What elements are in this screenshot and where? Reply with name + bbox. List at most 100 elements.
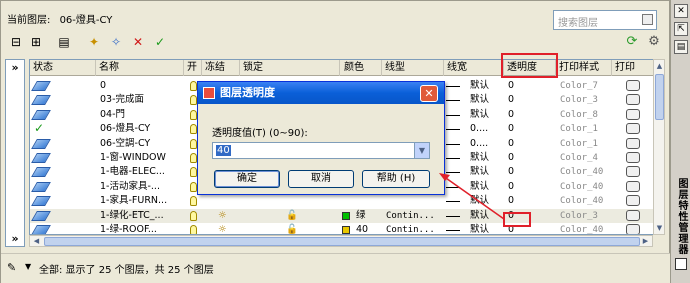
on-off-bulb-icon[interactable] (190, 124, 197, 135)
color-swatch[interactable] (342, 211, 350, 220)
layer-lineweight[interactable]: 默认 (468, 151, 504, 165)
close-icon[interactable]: ✕ (674, 4, 688, 18)
on-off-bulb-icon[interactable] (190, 167, 197, 178)
help-button[interactable]: 帮助 (H) (362, 170, 430, 188)
printer-icon[interactable] (626, 108, 640, 120)
printer-icon[interactable] (626, 152, 640, 163)
layer-transparency[interactable]: 0 (506, 165, 514, 179)
layer-name[interactable]: 1-窗-WINDOW (98, 151, 184, 165)
layer-lineweight[interactable]: 默认 (468, 93, 504, 107)
horizontal-scroll-thumb[interactable] (44, 237, 640, 246)
dialog-title-bar[interactable]: 图层透明度 (198, 82, 444, 104)
col-color[interactable]: 颜色 (340, 60, 382, 76)
on-off-bulb-icon[interactable] (190, 138, 197, 149)
vertical-scroll-thumb[interactable] (655, 74, 664, 120)
layer-states-manager-icon[interactable]: ▤ (55, 33, 73, 51)
table-row[interactable]: 1-绿-ROOF... ☼ 🔓 40 Contin... 默认 0 Color_40 (30, 223, 654, 234)
freeze-sun-icon[interactable]: ☼ (216, 223, 227, 234)
col-lock[interactable]: 锁定 (240, 60, 340, 76)
new-property-filter-icon[interactable]: ⊟ (7, 33, 25, 51)
layer-name[interactable]: 06-燈具-CY (98, 122, 184, 136)
layer-name[interactable]: 0 (98, 79, 184, 93)
layer-lineweight[interactable]: 0.... (468, 122, 504, 136)
layer-linetype[interactable]: Contin... (384, 209, 444, 223)
layer-name[interactable]: 04-門 (98, 108, 184, 122)
transparency-value[interactable]: 40 (216, 145, 231, 156)
layer-linetype[interactable]: Contin... (384, 223, 444, 234)
invert-filter-icon[interactable]: ✎ (7, 261, 23, 275)
settings-icon[interactable]: ⚙ (645, 33, 663, 51)
layer-transparency[interactable]: 0 (506, 108, 514, 122)
set-current-icon[interactable]: ✓ (151, 33, 169, 51)
scroll-left-icon[interactable]: ◀ (31, 236, 42, 246)
on-off-bulb-icon[interactable] (190, 196, 197, 207)
chevron-down-icon[interactable]: ▼ (25, 262, 31, 271)
col-name[interactable]: 名称 (96, 60, 184, 76)
search-icon[interactable] (642, 14, 653, 25)
printer-icon[interactable] (626, 180, 640, 192)
layer-color-name[interactable]: 40 (354, 223, 368, 234)
layer-transparency[interactable]: 0 (506, 180, 514, 194)
printer-icon[interactable] (626, 224, 640, 234)
layer-lineweight[interactable]: 默认 (468, 180, 504, 194)
layer-lineweight[interactable]: 0.... (468, 137, 504, 151)
layer-name[interactable]: 03-完成面 (98, 93, 184, 107)
unlock-icon[interactable]: 🔓 (284, 209, 298, 223)
layer-transparency[interactable]: 0 (506, 79, 514, 93)
auto-hide-icon[interactable]: ⇱ (674, 22, 688, 36)
col-status[interactable]: 状态 (30, 60, 96, 76)
layer-name[interactable]: 1-绿-ROOF... (98, 223, 184, 234)
unlock-icon[interactable]: 🔓 (284, 223, 298, 234)
printer-icon[interactable] (626, 80, 640, 91)
col-on[interactable]: 开 (184, 60, 202, 76)
layer-transparency[interactable]: 0 (506, 137, 514, 151)
printer-icon[interactable] (626, 166, 640, 178)
layer-name[interactable]: 1-绿化-ETC_... (98, 209, 184, 223)
layer-transparency[interactable]: 0 (506, 194, 514, 208)
layer-lineweight[interactable]: 默认 (468, 209, 504, 223)
ok-button[interactable]: 确定 (214, 170, 280, 188)
expand-filter-icon[interactable]: » (8, 61, 22, 75)
printer-icon[interactable] (626, 137, 640, 149)
on-off-bulb-icon[interactable] (190, 153, 197, 163)
col-freeze[interactable]: 冻结 (202, 60, 240, 76)
cancel-button[interactable]: 取消 (288, 170, 354, 188)
scroll-down-icon[interactable]: ▼ (654, 223, 665, 233)
printer-icon[interactable] (626, 209, 640, 221)
color-swatch[interactable] (342, 226, 350, 234)
col-plot[interactable]: 打印 (612, 60, 654, 76)
refresh-icon[interactable]: ⟳ (623, 33, 641, 51)
table-row[interactable]: 1-绿化-ETC_... ☼ 🔓 绿 Contin... 默认 0 Color_3 (30, 208, 654, 223)
transparency-value-combo[interactable]: 40 ▼ (212, 142, 430, 159)
properties-icon[interactable]: ▤ (674, 40, 688, 54)
new-group-filter-icon[interactable]: ⊞ (27, 33, 45, 51)
delete-layer-icon[interactable]: ✕ (129, 33, 147, 51)
new-layer-icon[interactable]: ✦ (85, 33, 103, 51)
layer-lineweight[interactable]: 默认 (468, 79, 504, 93)
horizontal-scrollbar[interactable]: ◀ ▶ (29, 235, 653, 247)
printer-icon[interactable] (626, 123, 640, 135)
layer-lineweight[interactable]: 默认 (468, 165, 504, 179)
chevron-down-icon[interactable]: ▼ (414, 143, 429, 158)
vertical-scrollbar[interactable]: ▲ ▼ (653, 59, 665, 235)
on-off-bulb-icon[interactable] (190, 225, 197, 234)
on-off-bulb-icon[interactable] (190, 181, 197, 192)
collapse-filter-icon[interactable]: » (8, 232, 22, 246)
col-plot-style[interactable]: 打印样式 (556, 60, 612, 76)
layer-lineweight[interactable]: 默认 (468, 223, 504, 234)
layer-transparency[interactable]: 0 (506, 151, 514, 165)
col-linetype[interactable]: 线型 (382, 60, 444, 76)
layer-name[interactable]: 1-家具-FURN... (98, 194, 184, 208)
col-lineweight[interactable]: 线宽 (444, 60, 504, 76)
printer-icon[interactable] (626, 94, 640, 106)
on-off-bulb-icon[interactable] (190, 109, 197, 120)
scroll-up-icon[interactable]: ▲ (654, 61, 665, 71)
layer-transparency[interactable]: 0 (506, 122, 514, 136)
freeze-sun-icon[interactable]: ☼ (216, 209, 227, 223)
palette-menu-icon[interactable] (675, 258, 687, 270)
layer-color-name[interactable]: 绿 (354, 209, 366, 223)
layer-lineweight[interactable]: 默认 (468, 108, 504, 122)
layer-transparency[interactable]: 0 (506, 93, 514, 107)
layer-name[interactable]: 06-空調-CY (98, 137, 184, 151)
on-off-bulb-icon[interactable] (190, 210, 197, 221)
